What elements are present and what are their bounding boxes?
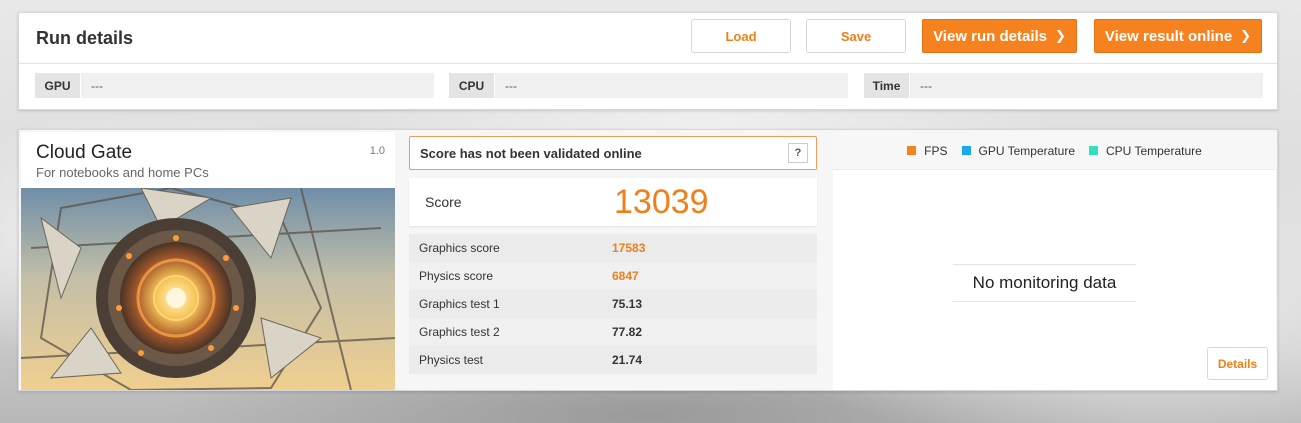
legend-label: FPS [924, 143, 948, 158]
result-label: Graphics test 1 [419, 297, 500, 311]
result-list: Graphics score 17583 Physics score 6847 … [409, 234, 817, 374]
run-details-title: Run details [36, 28, 134, 48]
result-value: 17583 [612, 241, 646, 255]
result-row: Graphics test 1 75.13 [409, 290, 817, 318]
score-label: Score [425, 194, 462, 210]
score-column: Score has not been validated online ? Sc… [409, 136, 817, 374]
view-run-details-button[interactable]: View run details ❯ [922, 19, 1077, 53]
monitoring-legend: FPS GPU Temperature CPU Temperature [833, 132, 1276, 170]
result-row: Physics test 21.74 [409, 346, 817, 374]
help-button[interactable]: ? [788, 143, 808, 163]
time-value: --- [910, 73, 1263, 98]
save-button[interactable]: Save [806, 19, 906, 53]
cloud-gate-artwork [21, 188, 395, 390]
view-run-details-label: View run details [933, 27, 1048, 45]
divider [19, 63, 1277, 64]
result-value: 75.13 [612, 297, 643, 311]
validation-text: Score has not been validated online [420, 145, 642, 161]
result-label: Graphics test 2 [419, 325, 500, 339]
benchmark-name: Cloud Gate [36, 142, 133, 163]
result-panel: Cloud Gate For notebooks and home PCs 1.… [18, 129, 1278, 391]
result-label: Physics test [419, 353, 484, 367]
result-value: 21.74 [612, 353, 643, 367]
monitoring-panel: FPS GPU Temperature CPU Temperature No m… [833, 132, 1276, 390]
chevron-right-icon: ❯ [1055, 28, 1066, 43]
view-result-online-label: View result online [1104, 27, 1233, 45]
score-value: 13039 [614, 182, 709, 221]
fps-swatch [907, 146, 917, 155]
score-box: Score 13039 [409, 178, 817, 226]
legend-item-fps[interactable]: FPS [907, 143, 948, 158]
benchmark-artwork [21, 188, 395, 390]
result-row: Graphics test 2 77.82 [409, 318, 817, 346]
validation-notice: Score has not been validated online ? [409, 136, 817, 170]
cpu-temperature-swatch [1089, 146, 1098, 155]
gpu-field: GPU --- [35, 73, 434, 98]
result-row: Graphics score 17583 [409, 234, 817, 262]
result-row: Physics score 6847 [409, 262, 817, 290]
legend-label: GPU Temperature [978, 143, 1076, 158]
gpu-label: GPU [35, 73, 81, 98]
benchmark-card: Cloud Gate For notebooks and home PCs 1.… [21, 132, 395, 390]
no-monitoring-data: No monitoring data [953, 264, 1136, 302]
cpu-value: --- [495, 73, 848, 98]
benchmark-subtitle: For notebooks and home PCs [36, 165, 209, 180]
time-field: Time --- [864, 73, 1263, 98]
cpu-label: CPU [449, 73, 495, 98]
run-details-panel: Run details Load Save View run details ❯… [18, 12, 1278, 110]
legend-label: CPU Temperature [1106, 143, 1202, 158]
gpu-value: --- [81, 73, 434, 98]
chevron-right-icon: ❯ [1240, 28, 1252, 43]
load-button[interactable]: Load [691, 19, 791, 53]
cpu-field: CPU --- [449, 73, 848, 98]
benchmark-version: 1.0 [369, 145, 385, 157]
gpu-temperature-swatch [961, 146, 971, 155]
result-value: 6847 [612, 269, 639, 283]
result-label: Graphics score [419, 241, 500, 255]
details-button[interactable]: Details [1207, 347, 1268, 380]
view-result-online-button[interactable]: View result online ❯ [1094, 19, 1262, 53]
time-label: Time [864, 73, 910, 98]
legend-item-cpu-temperature[interactable]: CPU Temperature [1089, 144, 1202, 158]
result-value: 77.82 [612, 325, 643, 339]
legend-item-gpu-temperature[interactable]: GPU Temperature [961, 143, 1076, 158]
result-label: Physics score [419, 269, 494, 283]
